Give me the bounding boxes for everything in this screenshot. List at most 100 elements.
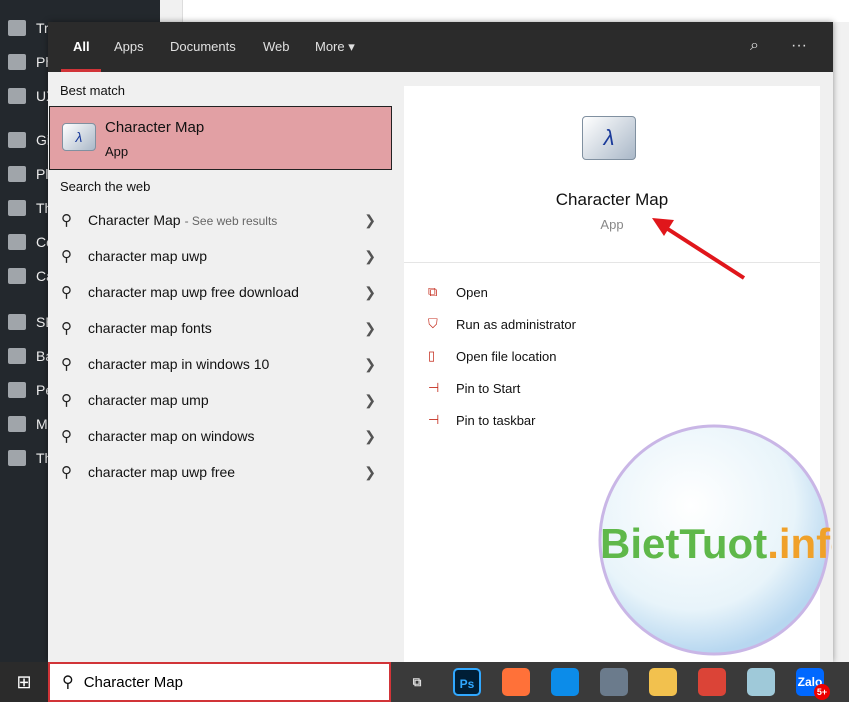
pin-icon: ⊣	[428, 380, 440, 395]
wp-menu-item[interactable]: Ba	[8, 348, 53, 364]
search-icon: ⚲	[61, 428, 72, 445]
wp-menu-item[interactable]: M	[8, 416, 48, 432]
web-result-item[interactable]: ⚲ Character Map - See web results ❯	[48, 202, 388, 238]
action-open-file-location[interactable]: ▯ Open file location	[428, 348, 556, 364]
web-result-item[interactable]: ⚲ character map uwp free download ❯	[48, 274, 388, 310]
menu-icon	[8, 54, 26, 70]
wp-menu-item[interactable]: Tr	[8, 20, 49, 36]
web-result-label: character map uwp	[88, 248, 208, 264]
web-result-label: character map in windows 10	[88, 356, 270, 372]
taskbar-app-icon[interactable]	[747, 668, 775, 696]
chevron-right-icon[interactable]: ❯	[364, 428, 376, 445]
more-options-icon[interactable]: ···	[791, 37, 807, 55]
wp-menu-item[interactable]: Pl	[8, 166, 48, 182]
menu-icon	[8, 88, 26, 104]
chevron-right-icon[interactable]: ❯	[364, 284, 376, 301]
web-result-item[interactable]: ⚲ character map in windows 10 ❯	[48, 346, 388, 382]
tab-apps[interactable]: Apps	[114, 39, 144, 54]
action-pin-to-taskbar[interactable]: ⊣ Pin to taskbar	[428, 412, 536, 428]
svg-text:BietTuot.info: BietTuot.info	[600, 520, 832, 567]
menu-icon	[8, 268, 26, 284]
search-icon: ⚲	[61, 464, 72, 481]
web-result-label: character map fonts	[88, 320, 212, 336]
character-map-large-icon: λ	[582, 116, 636, 160]
wp-menu-item[interactable]: Pe	[8, 382, 53, 398]
wp-menu-item[interactable]: Gi	[8, 132, 50, 148]
menu-icon	[8, 348, 26, 364]
menu-icon	[8, 450, 26, 466]
chevron-right-icon[interactable]: ❯	[364, 212, 376, 229]
best-match-title: Character Map	[105, 119, 205, 136]
action-label: Pin to taskbar	[456, 412, 536, 428]
search-icon: ⚲	[61, 320, 72, 337]
wp-menu-item[interactable]: Th	[8, 200, 52, 216]
taskbar-app-icon[interactable]	[600, 668, 628, 696]
action-pin-to-start[interactable]: ⊣ Pin to Start	[428, 380, 520, 396]
tab-all[interactable]: All	[73, 39, 90, 54]
search-web-label: Search the web	[60, 179, 151, 194]
web-result-item[interactable]: ⚲ character map ump ❯	[48, 382, 388, 418]
open-icon: ⧉	[428, 284, 438, 299]
web-result-item[interactable]: ⚲ character map uwp ❯	[48, 238, 388, 274]
search-icon: ⚲	[61, 284, 72, 301]
notification-badge: 5+	[814, 684, 830, 700]
wp-menu-item[interactable]: Ph	[8, 54, 53, 70]
web-result-item[interactable]: ⚲ character map fonts ❯	[48, 310, 388, 346]
detail-subtitle: App	[600, 217, 624, 232]
web-result-label: character map uwp free	[88, 464, 236, 480]
tab-more[interactable]: More ▾	[315, 39, 355, 55]
taskbar: ⧉ Ps Zalo 5+	[391, 662, 849, 702]
taskbar-app-icon[interactable]	[698, 668, 726, 696]
divider	[404, 262, 820, 263]
tab-documents[interactable]: Documents	[170, 39, 236, 54]
feedback-icon[interactable]: ⌕	[750, 37, 759, 55]
search-icon: ⚲	[61, 212, 72, 229]
task-view-icon[interactable]: ⧉	[403, 668, 431, 696]
search-input[interactable]	[83, 673, 344, 691]
chevron-right-icon[interactable]: ❯	[364, 392, 376, 409]
search-icon: ⚲	[61, 356, 72, 373]
best-match-item[interactable]: λ Character Map App	[49, 106, 392, 170]
search-icon: ⚲	[61, 392, 72, 409]
taskbar-app-icon[interactable]	[502, 668, 530, 696]
watermark-logo: BietTuot.info	[596, 420, 849, 660]
action-open[interactable]: ⧉ Open	[428, 284, 488, 300]
chevron-right-icon[interactable]: ❯	[364, 320, 376, 337]
menu-icon	[8, 314, 26, 330]
web-result-item[interactable]: ⚲ character map on windows ❯	[48, 418, 388, 454]
character-map-icon: λ	[62, 123, 96, 151]
start-button[interactable]: ⊞	[0, 662, 48, 702]
web-result-item[interactable]: ⚲ character map uwp free ❯	[48, 454, 388, 490]
web-result-label: Character Map - See web results	[88, 212, 278, 228]
search-icon: ⚲	[62, 674, 74, 691]
red-arrow-annotation	[652, 218, 746, 280]
taskbar-search-box[interactable]: ⚲	[48, 662, 391, 702]
taskbar-app-icon[interactable]: Zalo 5+	[796, 668, 830, 700]
menu-icon	[8, 234, 26, 250]
web-result-label: character map uwp free download	[88, 284, 299, 300]
wp-menu-item[interactable]: Th	[8, 450, 52, 466]
menu-icon	[8, 132, 26, 148]
best-match-label: Best match	[60, 83, 126, 98]
menu-icon	[8, 200, 26, 216]
taskbar-app-icon[interactable]	[649, 668, 677, 696]
menu-icon	[8, 20, 26, 36]
menu-icon	[8, 166, 26, 182]
taskbar-app-icon[interactable]	[551, 668, 579, 696]
chevron-right-icon[interactable]: ❯	[364, 248, 376, 265]
menu-icon	[8, 416, 26, 432]
taskbar-app-icon[interactable]: Ps	[453, 668, 481, 696]
chevron-right-icon[interactable]: ❯	[364, 356, 376, 373]
web-result-label: character map ump	[88, 392, 209, 408]
shield-icon: ⛉	[428, 316, 438, 331]
action-label: Run as administrator	[456, 316, 576, 332]
chevron-right-icon[interactable]: ❯	[364, 464, 376, 481]
menu-icon	[8, 382, 26, 398]
tab-web[interactable]: Web	[263, 39, 290, 54]
search-icon: ⚲	[61, 248, 72, 265]
action-label: Pin to Start	[456, 380, 521, 396]
web-result-label: character map on windows	[88, 428, 255, 444]
pin-icon: ⊣	[428, 412, 440, 427]
action-run-as-administrator[interactable]: ⛉ Run as administrator	[428, 316, 576, 332]
action-label: Open file location	[456, 348, 557, 364]
